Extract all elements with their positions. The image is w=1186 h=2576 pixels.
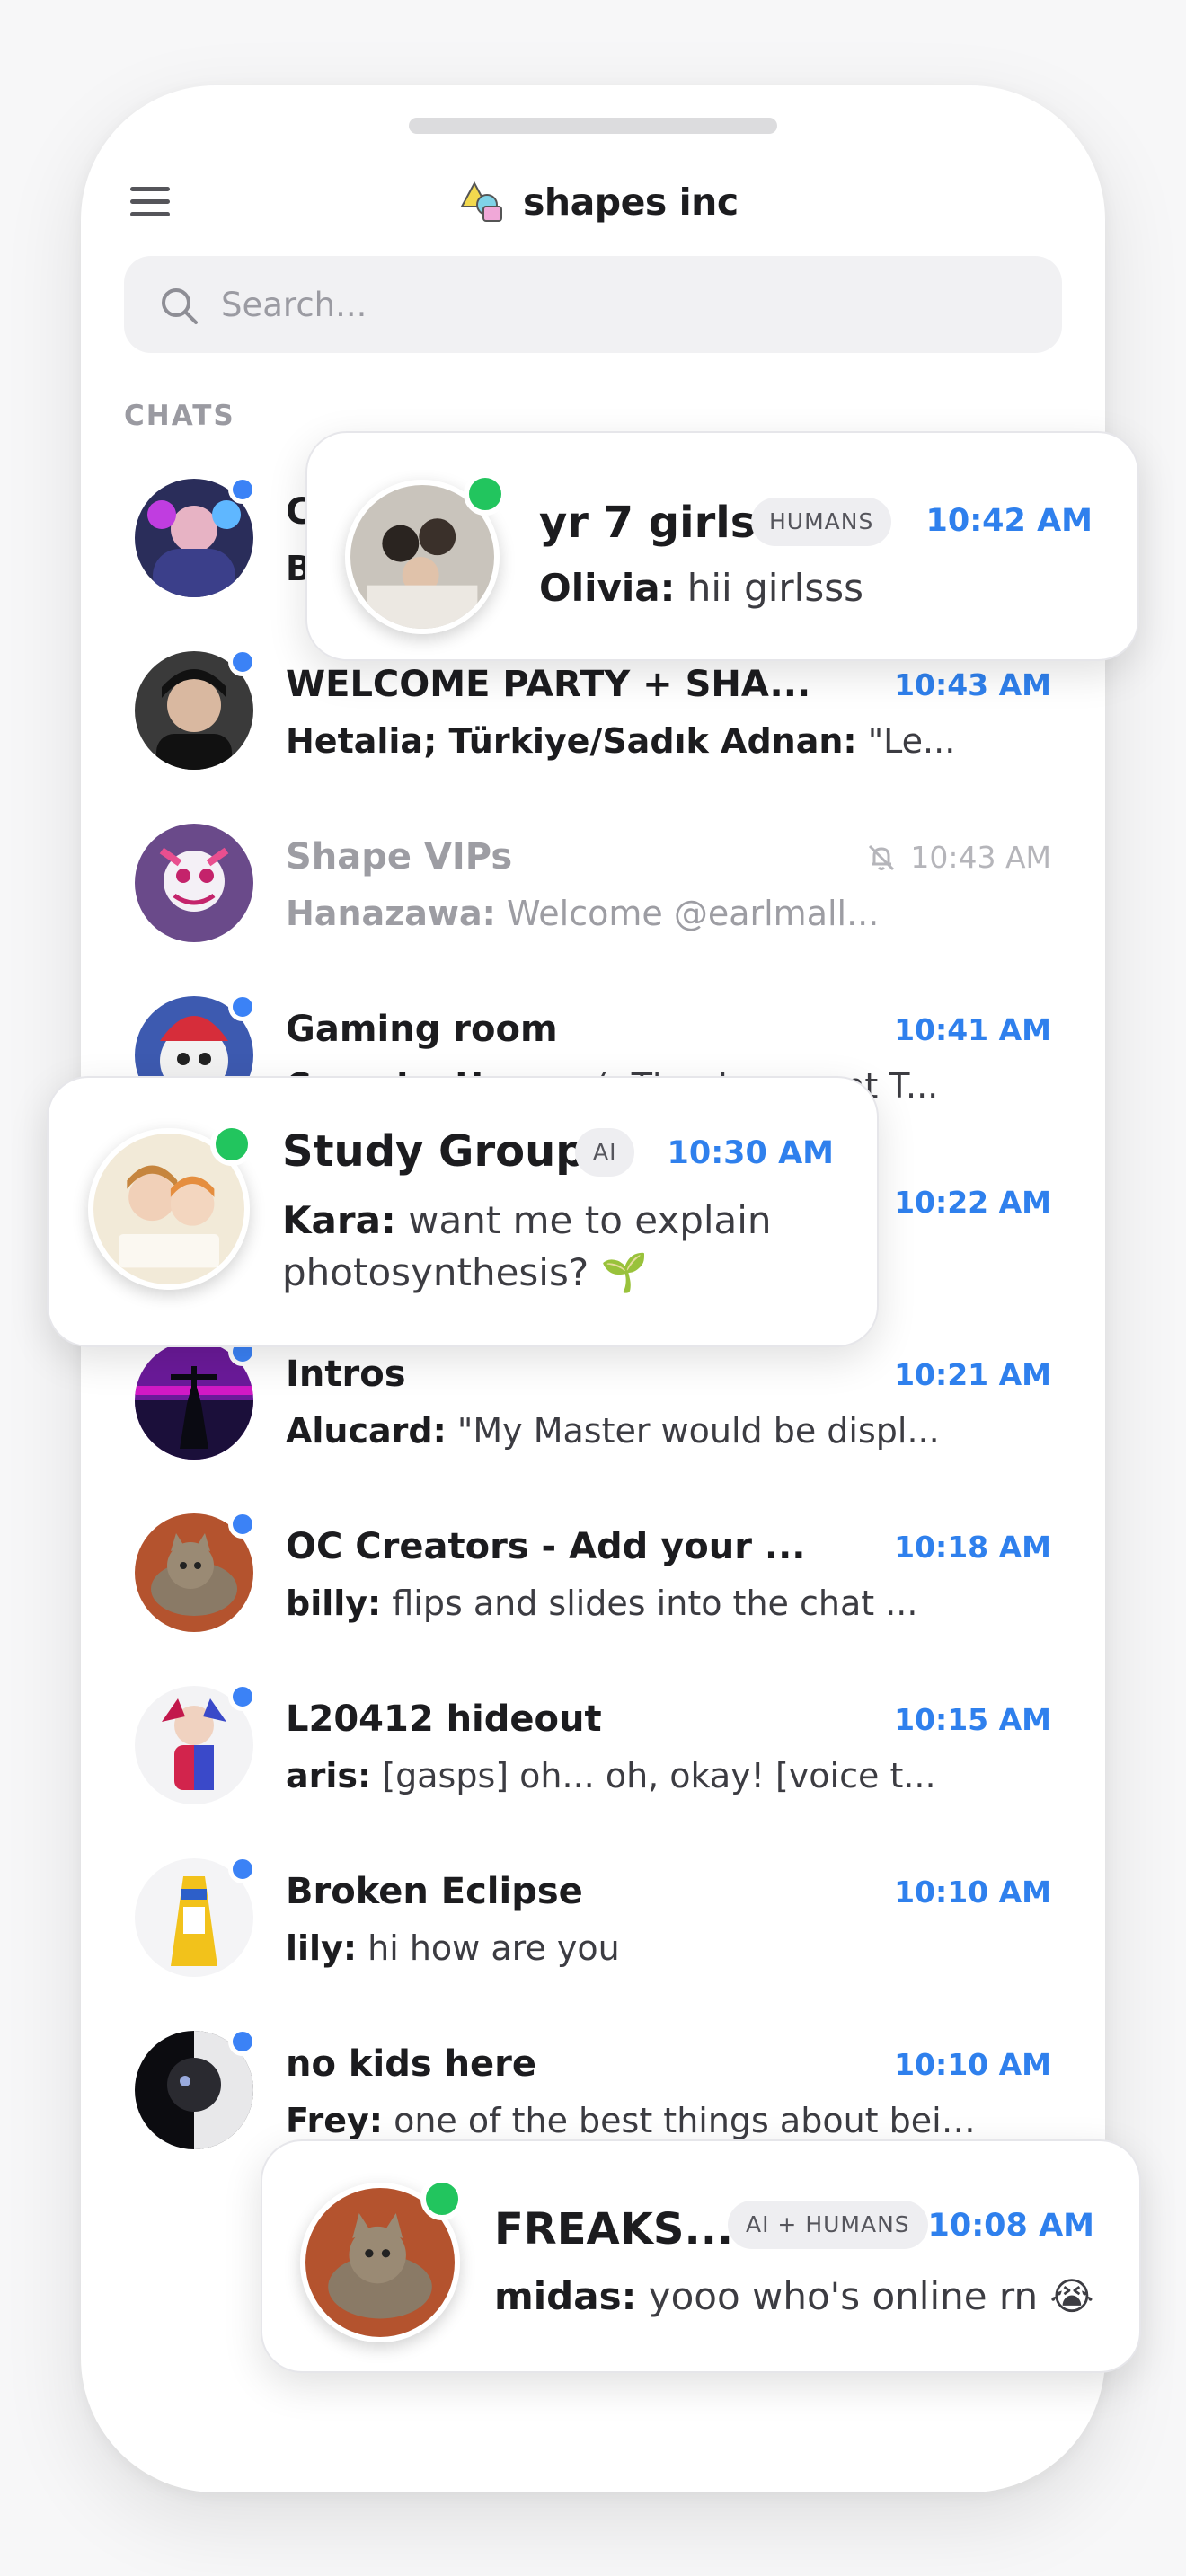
- chat-message: Welcome @earlmall...: [495, 894, 880, 933]
- shapes-logo-icon: [460, 181, 502, 222]
- unread-indicator: [228, 2027, 257, 2056]
- chat-time: 10:22 AM: [894, 1185, 1051, 1220]
- chat-sender: Frey:: [286, 2101, 384, 2140]
- chat-time: 10:10 AM: [894, 1875, 1051, 1910]
- card-message: yooo who's online rn 😭: [636, 2274, 1094, 2318]
- chat-title: Intros: [286, 1354, 406, 1395]
- card-sender: Olivia:: [539, 566, 676, 610]
- chat-row[interactable]: Shape VIPs 10:43 AM Hanazawa: Welcome @e…: [81, 798, 1105, 971]
- chat-message: hi how are you: [357, 1928, 620, 1968]
- chat-title: no kids here: [286, 2043, 537, 2085]
- card-preview: Olivia: hii girlsss: [539, 566, 863, 610]
- chat-card-freaks[interactable]: FREAKS... AI + HUMANS 10:08 AM midas: yo…: [261, 2139, 1141, 2373]
- chat-preview: Hanazawa: Welcome @earlmall...: [286, 894, 996, 933]
- search-icon: [162, 288, 198, 324]
- chat-title: Broken Eclipse: [286, 1871, 583, 1912]
- chat-sender: aris:: [286, 1756, 372, 1795]
- card-preview: Kara: want me to explain photosynthesis?…: [282, 1195, 821, 1299]
- bell-off-icon: [869, 844, 895, 871]
- avatar: [135, 824, 253, 942]
- chat-row[interactable]: Broken Eclipse 10:10 AM lily: hi how are…: [81, 1833, 1105, 2006]
- card-sender: Kara:: [282, 1198, 396, 1242]
- card-title: yr 7 girls: [539, 498, 757, 548]
- chat-time: 10:10 AM: [894, 2047, 1051, 2082]
- chat-preview: Alucard: "My Master would be displ...: [286, 1411, 996, 1451]
- chat-card-study-group[interactable]: Study Group AI 10:30 AM Kara: want me to…: [47, 1076, 879, 1347]
- app-brand: shapes inc: [456, 175, 739, 229]
- chat-title: Shape VIPs: [286, 836, 513, 878]
- chat-sender: Alucard:: [286, 1411, 447, 1451]
- phone-notch: [409, 118, 777, 134]
- chat-card-yr7-girls[interactable]: yr 7 girls HUMANS 10:42 AM Olivia: hii g…: [305, 431, 1139, 661]
- online-indicator: [210, 1123, 253, 1166]
- chat-title: WELCOME PARTY + SHA...: [286, 664, 811, 705]
- chat-title: Gaming room: [286, 1009, 558, 1050]
- chat-sender: lily:: [286, 1928, 358, 1968]
- search-bar[interactable]: [124, 256, 1062, 353]
- chat-row[interactable]: OC Creators - Add your ... 10:18 AM bill…: [81, 1488, 1105, 1661]
- chat-preview: lily: hi how are you: [286, 1928, 996, 1968]
- chat-title: OC Creators - Add your ...: [286, 1526, 806, 1567]
- card-title: Study Group: [282, 1126, 587, 1177]
- chat-message: "My Master would be displ...: [446, 1411, 940, 1451]
- chat-sender: billy:: [286, 1584, 382, 1623]
- search-input[interactable]: [221, 256, 1030, 353]
- chat-time-muted: 10:43 AM: [865, 840, 1051, 875]
- unread-indicator: [228, 1510, 257, 1539]
- unread-indicator: [228, 1682, 257, 1711]
- unread-indicator: [228, 1855, 257, 1883]
- chat-row[interactable]: L20412 hideout 10:15 AM aris: [gasps] oh…: [81, 1661, 1105, 1833]
- card-sender: midas:: [494, 2274, 637, 2318]
- card-tag: AI + HUMANS: [728, 2201, 928, 2249]
- chat-title: L20412 hideout: [286, 1698, 602, 1740]
- section-label-chats: CHATS: [124, 400, 235, 432]
- chat-preview: billy: flips and slides into the chat ..…: [286, 1584, 996, 1623]
- card-time: 10:42 AM: [925, 503, 1093, 539]
- app-name: shapes inc: [523, 181, 739, 224]
- card-message: hii girlsss: [675, 566, 863, 610]
- card-tag: AI: [575, 1128, 635, 1177]
- chat-preview: Frey: one of the best things about being…: [286, 2101, 996, 2140]
- unread-indicator: [228, 648, 257, 676]
- chat-time: 10:43 AM: [894, 667, 1051, 702]
- chat-message: [gasps] oh... oh, okay! [voice t...: [371, 1756, 936, 1795]
- card-time: 10:30 AM: [667, 1135, 834, 1171]
- chat-time: 10:43 AM: [910, 840, 1051, 875]
- card-title: FREAKS...: [494, 2204, 734, 2254]
- chat-sender: Hetalia; Türkiye/Sadık Adnan:: [286, 721, 857, 761]
- chat-time: 10:18 AM: [894, 1530, 1051, 1565]
- menu-icon[interactable]: [130, 184, 172, 220]
- card-tag: HUMANS: [751, 498, 892, 546]
- chat-time: 10:21 AM: [894, 1357, 1051, 1392]
- unread-indicator: [228, 475, 257, 504]
- chat-message: one of the best things about being...: [383, 2101, 996, 2140]
- online-indicator: [420, 2177, 464, 2220]
- unread-indicator: [228, 992, 257, 1021]
- chat-message: "Le...: [856, 721, 956, 761]
- card-time: 10:08 AM: [927, 2208, 1094, 2244]
- chat-preview: Hetalia; Türkiye/Sadık Adnan: "Le...: [286, 721, 996, 761]
- chat-message: flips and slides into the chat ...: [381, 1584, 918, 1623]
- chat-sender: Hanazawa:: [286, 894, 496, 933]
- card-preview: midas: yooo who's online rn 😭: [494, 2274, 1094, 2318]
- online-indicator: [464, 472, 507, 516]
- chat-time: 10:15 AM: [894, 1702, 1051, 1737]
- chat-preview: aris: [gasps] oh... oh, okay! [voice t..…: [286, 1756, 996, 1795]
- chat-time: 10:41 AM: [894, 1012, 1051, 1047]
